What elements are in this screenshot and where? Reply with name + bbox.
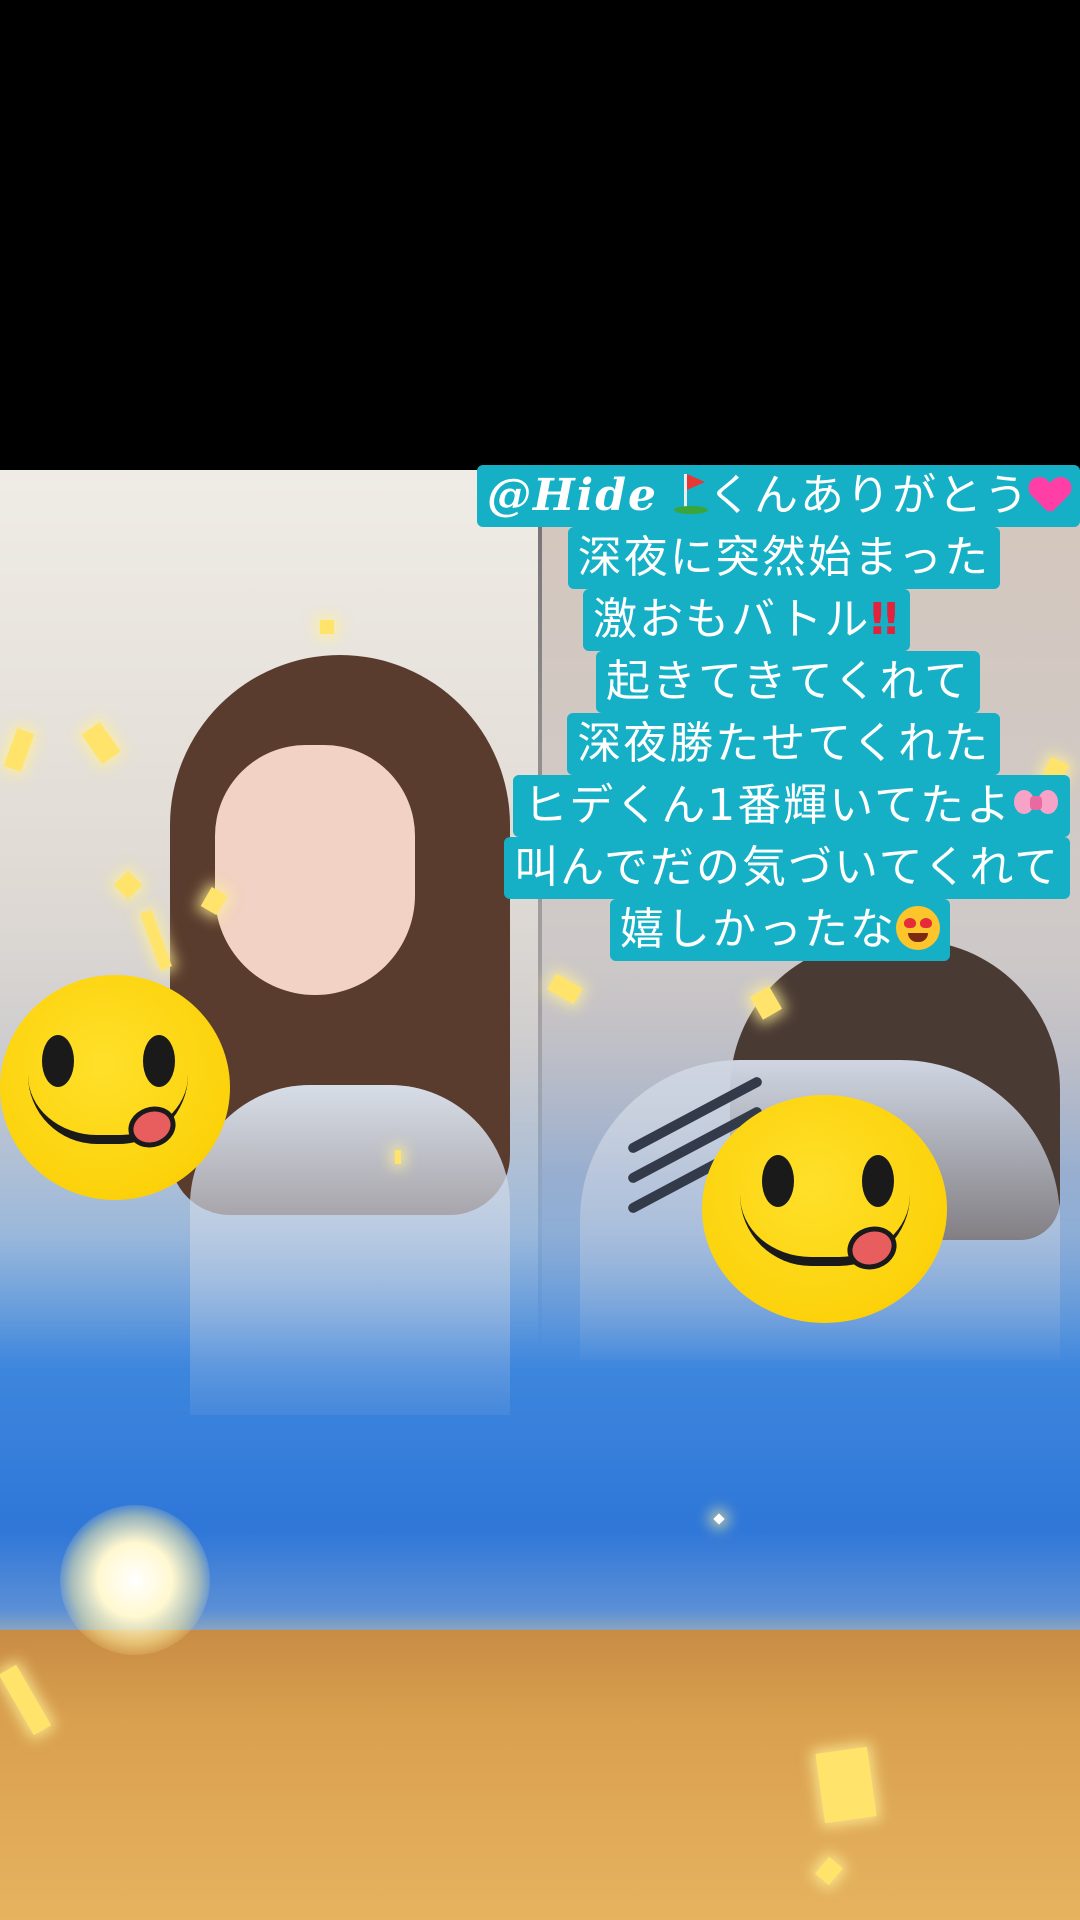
confetti-piece: [320, 620, 334, 634]
caption-text: ヒデくん1番輝いてたよ: [523, 780, 1012, 831]
pink-heart-icon: [1030, 478, 1070, 514]
ribbon-icon: [1012, 786, 1060, 824]
caption-line: ヒデくん1番輝いてたよ: [400, 775, 1080, 837]
double-exclamation-icon: ‼: [870, 594, 900, 645]
caption-text: くんありがとう: [708, 470, 1030, 521]
caption-text: 嬉しかったな: [620, 904, 896, 955]
sun-glow: [60, 1505, 210, 1655]
sparkle: [713, 1513, 725, 1525]
confetti-piece: [395, 1150, 401, 1164]
heart-eyes-emoji-icon: [896, 906, 940, 950]
golf-flag-icon: [674, 474, 708, 514]
caption-line: 激おもバトル‼: [400, 589, 1080, 651]
confetti-piece: [815, 1746, 877, 1824]
smiley-sticker-left: [0, 975, 230, 1200]
mention-handle[interactable]: @Hide: [487, 470, 658, 521]
caption-line: @Hide くんありがとう: [400, 465, 1080, 527]
caption-pill: 深夜勝たせてくれた: [567, 713, 1000, 775]
left-streamer-shirt: [190, 1085, 510, 1415]
caption-line: 深夜に突然始まった: [400, 527, 1080, 589]
caption-pill: ヒデくん1番輝いてたよ: [513, 775, 1070, 837]
top-letterbox: [0, 0, 1080, 470]
caption-text: 激おもバトル: [593, 594, 871, 645]
left-streamer-face: [215, 745, 415, 995]
desert-dunes: [0, 1630, 1080, 1920]
smiley-sticker-right: [702, 1095, 947, 1323]
caption-pill: 嬉しかったな: [610, 899, 950, 961]
caption-pill: 叫んでだの気づいてくれて: [504, 837, 1070, 899]
caption-overlay: @Hide くんありがとう 深夜に突然始まった 激おもバトル‼ 起きてきてくれて…: [400, 465, 1080, 961]
caption-pill: @Hide くんありがとう: [476, 465, 1080, 527]
caption-pill: 深夜に突然始まった: [567, 527, 1000, 589]
caption-line: 起きてきてくれて: [400, 651, 1080, 713]
caption-pill: 起きてきてくれて: [595, 651, 980, 713]
caption-line: 嬉しかったな: [400, 899, 1080, 961]
caption-pill: 激おもバトル‼: [583, 589, 910, 651]
caption-line: 叫んでだの気づいてくれて: [400, 837, 1080, 899]
caption-line: 深夜勝たせてくれた: [400, 713, 1080, 775]
video-stage: @Hide くんありがとう 深夜に突然始まった 激おもバトル‼ 起きてきてくれて…: [0, 0, 1080, 1920]
